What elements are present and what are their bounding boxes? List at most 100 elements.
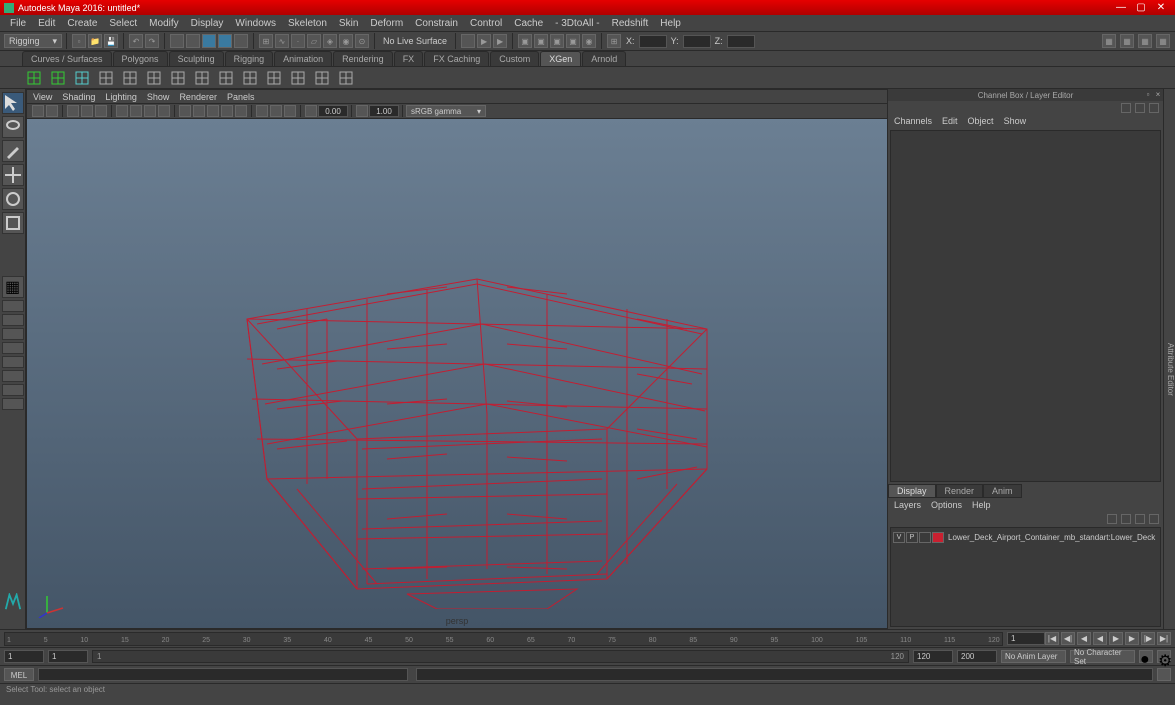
wireframe-object[interactable] <box>207 189 747 609</box>
undo-button[interactable]: ↶ <box>129 34 143 48</box>
channel-menu-show[interactable]: Show <box>1004 116 1027 126</box>
layer-icon-2[interactable] <box>1121 514 1131 524</box>
menu-create[interactable]: Create <box>61 18 103 29</box>
close-panel-icon[interactable]: × <box>1153 90 1163 100</box>
snap-plane-button[interactable]: ▱ <box>307 34 321 48</box>
shelf-tab-fxcaching[interactable]: FX Caching <box>424 51 489 66</box>
menu-control[interactable]: Control <box>464 18 508 29</box>
panel-menu-shading[interactable]: Shading <box>62 92 95 102</box>
lasso-button[interactable] <box>186 34 200 48</box>
play-forward-button[interactable]: ▶ <box>1109 632 1123 645</box>
hypershade-button[interactable]: ▣ <box>566 34 580 48</box>
snap-live-button[interactable]: ◉ <box>339 34 353 48</box>
render-region-button[interactable]: ▣ <box>534 34 548 48</box>
channel-menu-channels[interactable]: Channels <box>894 116 932 126</box>
2d-pan-button[interactable] <box>81 105 93 117</box>
layer-visibility-toggle[interactable]: V <box>893 532 905 543</box>
auto-key-button[interactable]: ● <box>1139 650 1153 663</box>
move-tool[interactable] <box>2 164 24 186</box>
shelf-tab-custom[interactable]: Custom <box>490 51 539 66</box>
current-frame-field[interactable]: 1 <box>1007 632 1045 645</box>
menu-deform[interactable]: Deform <box>364 18 409 29</box>
shelf-tab-sculpting[interactable]: Sculpting <box>169 51 224 66</box>
layer-icon-1[interactable] <box>1107 514 1117 524</box>
bookmark-button[interactable] <box>46 105 58 117</box>
select-mode-button[interactable] <box>170 34 184 48</box>
prefs-button[interactable]: ⚙ <box>1157 650 1171 663</box>
rotate-tool[interactable] <box>2 188 24 210</box>
exposure-icon[interactable] <box>305 105 317 117</box>
viewport-3d[interactable]: persp <box>27 119 887 628</box>
menu-constrain[interactable]: Constrain <box>409 18 464 29</box>
menu-file[interactable]: File <box>4 18 32 29</box>
layer-playback-toggle[interactable]: P <box>906 532 918 543</box>
menu-select[interactable]: Select <box>103 18 143 29</box>
layer-state-toggle[interactable] <box>919 532 931 543</box>
close-button[interactable]: ✕ <box>1151 2 1171 13</box>
z-input[interactable] <box>727 35 755 48</box>
panel-menu-view[interactable]: View <box>33 92 52 102</box>
layer-menu-layers[interactable]: Layers <box>894 500 921 510</box>
shelf-item-0[interactable] <box>23 68 45 88</box>
shadows-button[interactable] <box>235 105 247 117</box>
shelf-tab-polygons[interactable]: Polygons <box>113 51 168 66</box>
open-scene-button[interactable]: 📁 <box>88 34 102 48</box>
layer-color-swatch[interactable] <box>932 532 944 543</box>
textured-button[interactable] <box>207 105 219 117</box>
layer-tab-render[interactable]: Render <box>936 484 984 498</box>
xray-joints-button[interactable] <box>284 105 296 117</box>
menu-redshift[interactable]: Redshift <box>606 18 655 29</box>
layout-button[interactable]: ▦ <box>2 276 24 298</box>
save-scene-button[interactable]: 💾 <box>104 34 118 48</box>
layer-tab-anim[interactable]: Anim <box>983 484 1022 498</box>
gate-mask-button[interactable] <box>158 105 170 117</box>
menu-modify[interactable]: Modify <box>143 18 184 29</box>
shelf-tab-rendering[interactable]: Rendering <box>333 51 393 66</box>
gamma-value[interactable]: 1.00 <box>369 105 399 117</box>
isolate-button[interactable] <box>256 105 268 117</box>
shelf-tab-curvessurfaces[interactable]: Curves / Surfaces <box>22 51 112 66</box>
paint-tool[interactable] <box>2 140 24 162</box>
layer-icon-3[interactable] <box>1135 514 1145 524</box>
channel-box-body[interactable] <box>890 130 1161 482</box>
panel-menu-panels[interactable]: Panels <box>227 92 255 102</box>
layout-preset-1[interactable] <box>2 300 24 312</box>
shelf-tab-fx[interactable]: FX <box>394 51 424 66</box>
shelf-item-8[interactable] <box>215 68 237 88</box>
menu-set-selector[interactable]: Rigging▾ <box>4 34 62 48</box>
layout-preset-4[interactable] <box>2 342 24 354</box>
colorspace-selector[interactable]: sRGB gamma▾ <box>406 105 486 117</box>
attribute-editor-tab[interactable]: Attribute Editor <box>1163 89 1175 629</box>
maximize-button[interactable]: ▢ <box>1131 2 1151 13</box>
layout-preset-6[interactable] <box>2 370 24 382</box>
script-editor-button[interactable] <box>1157 668 1171 681</box>
grease-pencil-button[interactable] <box>95 105 107 117</box>
shelf-item-1[interactable] <box>47 68 69 88</box>
play-back-button[interactable]: ◀ <box>1093 632 1107 645</box>
panel-menu-show[interactable]: Show <box>147 92 170 102</box>
snap-point-button[interactable]: · <box>291 34 305 48</box>
scale-tool[interactable] <box>2 212 24 234</box>
select-tool[interactable] <box>2 92 24 114</box>
step-back-button[interactable]: ◀ <box>1077 632 1091 645</box>
range-outer-start[interactable] <box>4 650 44 663</box>
y-input[interactable] <box>683 35 711 48</box>
menu-display[interactable]: Display <box>185 18 230 29</box>
shelf-item-12[interactable] <box>311 68 333 88</box>
go-to-end-button[interactable]: ▶| <box>1157 632 1171 645</box>
snap-center-button[interactable]: ⊙ <box>355 34 369 48</box>
layer-item[interactable]: V P Lower_Deck_Airport_Container_mb_stan… <box>893 531 1158 544</box>
step-forward-button[interactable]: ▶ <box>1125 632 1139 645</box>
lights-button-vp[interactable] <box>221 105 233 117</box>
shelf-item-3[interactable] <box>95 68 117 88</box>
shelf-tab-arnold[interactable]: Arnold <box>582 51 626 66</box>
shelf-item-6[interactable] <box>167 68 189 88</box>
layout-add-button[interactable] <box>2 398 24 410</box>
snap-surface-button[interactable]: ◈ <box>323 34 337 48</box>
xray-button[interactable] <box>270 105 282 117</box>
range-outer-end[interactable] <box>957 650 997 663</box>
sidebar-toggle-2[interactable]: ▦ <box>1120 34 1134 48</box>
new-scene-button[interactable]: ▫ <box>72 34 86 48</box>
gamma-icon[interactable] <box>356 105 368 117</box>
step-forward-key-button[interactable]: |▶ <box>1141 632 1155 645</box>
